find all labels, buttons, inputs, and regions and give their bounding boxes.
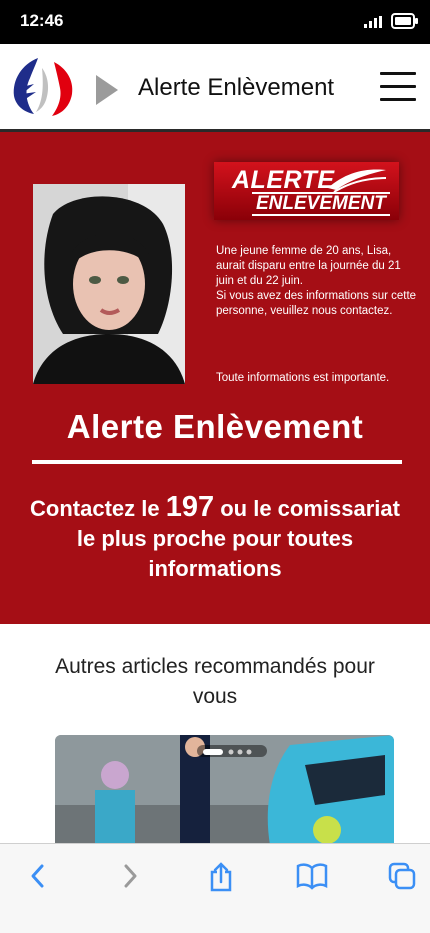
status-bar: 12:46	[0, 0, 430, 44]
marianne-logo-icon[interactable]	[8, 54, 80, 118]
bookmarks-icon[interactable]	[296, 862, 328, 890]
status-time: 12:46	[20, 11, 64, 30]
missing-person-photo	[33, 184, 185, 384]
menu-icon-line	[380, 98, 416, 101]
forward-icon[interactable]	[120, 862, 140, 890]
portrait-image	[33, 184, 185, 384]
divider	[32, 460, 402, 464]
alert-note: Toute informations est importante.	[216, 372, 390, 384]
swoosh-icon	[328, 169, 387, 192]
battery-icon	[391, 13, 418, 29]
carousel-dots[interactable]	[197, 745, 267, 757]
alert-description: Une jeune femme de 20 ans, Lisa, aurait …	[216, 244, 420, 319]
tabs-icon[interactable]	[388, 862, 416, 890]
contact-prefix: Contactez le	[30, 496, 166, 521]
article-card[interactable]	[55, 735, 394, 845]
contact-message: Contactez le 197 ou le comissariat le pl…	[20, 492, 410, 584]
browser-toolbar	[0, 843, 430, 933]
alert-section: ALERTE ENLEVEMENT Une jeune femme de 20 …	[0, 132, 430, 624]
play-arrow-icon	[96, 75, 118, 105]
description-paragraph: Si vous avez des informations sur cette …	[216, 290, 417, 317]
signal-icon	[364, 16, 382, 28]
menu-icon-line	[380, 72, 416, 75]
alert-heading: Alerte Enlèvement	[66, 408, 364, 445]
badge-line-2: ENLEVEMENT	[252, 192, 390, 216]
page-title: Alerte Enlèvement	[138, 74, 335, 101]
description-paragraph: Une jeune femme de 20 ans, Lisa, aurait …	[216, 245, 401, 287]
alert-badge-logo: ALERTE ENLEVEMENT	[214, 162, 399, 220]
site-header: Alerte Enlèvement	[0, 44, 430, 132]
contact-number[interactable]: 197	[166, 491, 214, 523]
menu-icon-line	[380, 85, 416, 88]
carousel-indicator-icon	[203, 749, 252, 755]
badge-line-1: ALERTE	[232, 166, 335, 194]
menu-button[interactable]	[380, 72, 416, 102]
back-icon[interactable]	[28, 862, 48, 890]
recommended-title: Autres articles recommandés pour vous	[55, 655, 375, 708]
share-icon[interactable]	[208, 862, 234, 892]
